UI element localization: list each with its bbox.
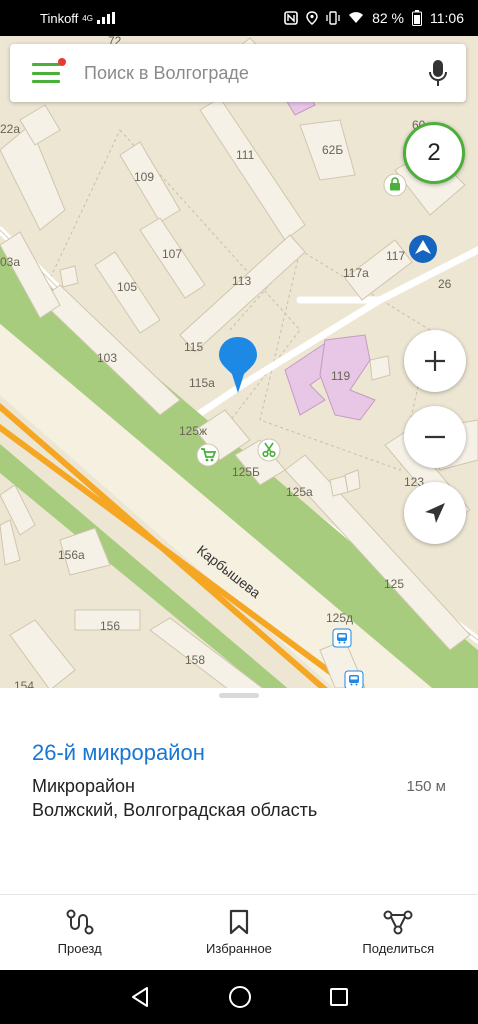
place-address: Волжский, Волгоградская область [32, 800, 318, 820]
building-label: 115 [184, 340, 204, 354]
route-icon [66, 909, 94, 935]
battery-icon [412, 10, 422, 26]
status-right: 82 % 11:06 [284, 10, 464, 26]
building-label: 125ж [179, 424, 208, 438]
place-card[interactable]: 26-й микрорайон Микрорайон 150 м Волжски… [0, 688, 478, 894]
navigation-arrow-icon[interactable] [408, 234, 438, 264]
status-bar: Tinkoff 4G 82 % 11:06 [0, 0, 478, 36]
building-label: 154 [14, 679, 35, 688]
route-label: Проезд [57, 941, 102, 956]
building-label: 158 [185, 653, 206, 667]
share-icon [383, 910, 413, 935]
location-status-icon [306, 11, 318, 25]
zoom-in-button[interactable] [404, 330, 466, 392]
plus-icon [425, 351, 445, 371]
building-label: 103 [97, 351, 118, 365]
carrier-name: Tinkoff [40, 10, 79, 26]
search-input[interactable]: Поиск в Волгограде [84, 63, 426, 84]
building-label: 115а [189, 376, 215, 390]
zoom-out-button[interactable] [404, 406, 466, 468]
vibrate-icon [326, 11, 340, 25]
nfc-icon [284, 11, 298, 25]
building-label: 125Б [232, 465, 260, 479]
back-icon[interactable] [129, 986, 151, 1008]
building-label: 26 [438, 277, 452, 291]
bus-stop-icon[interactable] [336, 632, 348, 644]
navigation-icon [425, 503, 445, 523]
location-pin-icon[interactable] [218, 336, 258, 394]
my-location-button[interactable] [404, 482, 466, 544]
building-label: 117 [386, 249, 406, 263]
clock: 11:06 [430, 10, 464, 26]
scissors-icon[interactable] [262, 442, 276, 458]
search-bar[interactable]: Поиск в Волгограде [10, 44, 466, 102]
building-label: 156 [100, 619, 121, 633]
place-title: 26-й микрорайон [32, 740, 205, 765]
network-type: 4G [82, 13, 93, 23]
building-label: 156а [58, 548, 85, 562]
building-label: 03а [0, 255, 21, 269]
favorites-button[interactable]: Избранное [174, 909, 304, 956]
microphone-icon[interactable] [426, 59, 450, 87]
building-label: 125 [384, 577, 405, 591]
shopping-cart-icon[interactable] [200, 448, 216, 462]
system-nav-bar [0, 970, 478, 1024]
signal-icon [96, 12, 115, 24]
drag-handle[interactable] [219, 693, 259, 698]
layers-count: 2 [427, 139, 441, 166]
building-label: 22а [0, 122, 21, 136]
bookmark-icon [229, 909, 249, 935]
building-label: 113 [232, 274, 252, 288]
share-button[interactable]: Поделиться [333, 909, 463, 956]
building-label: 125а [286, 485, 313, 499]
home-icon[interactable] [228, 985, 252, 1009]
notification-dot [58, 58, 66, 66]
building-label: 111 [236, 148, 255, 162]
bus-stop-icon[interactable] [348, 674, 360, 686]
share-label: Поделиться [362, 941, 435, 956]
wifi-icon [349, 12, 364, 23]
favorites-label: Избранное [206, 941, 272, 956]
building-label: 125д [326, 611, 354, 625]
building-label: 119 [331, 369, 351, 383]
place-distance: 150 м [406, 778, 446, 795]
route-button[interactable]: Проезд [15, 909, 145, 956]
lock-icon[interactable] [389, 177, 401, 191]
building-label: 117а [343, 266, 369, 280]
minus-icon [425, 435, 445, 439]
building-label: 107 [162, 247, 183, 261]
building-label: 105 [117, 280, 138, 294]
place-type: Микрорайон [32, 776, 135, 796]
battery-percent: 82 % [372, 10, 404, 26]
building-label: 109 [134, 170, 155, 184]
recents-icon[interactable] [329, 987, 349, 1007]
status-left: Tinkoff 4G [40, 11, 115, 26]
action-bar: Проезд Избранное Поделиться [0, 894, 478, 970]
building-label: 62Б [322, 143, 344, 157]
menu-icon[interactable] [32, 58, 66, 83]
layers-count-button[interactable]: 2 [403, 122, 465, 184]
